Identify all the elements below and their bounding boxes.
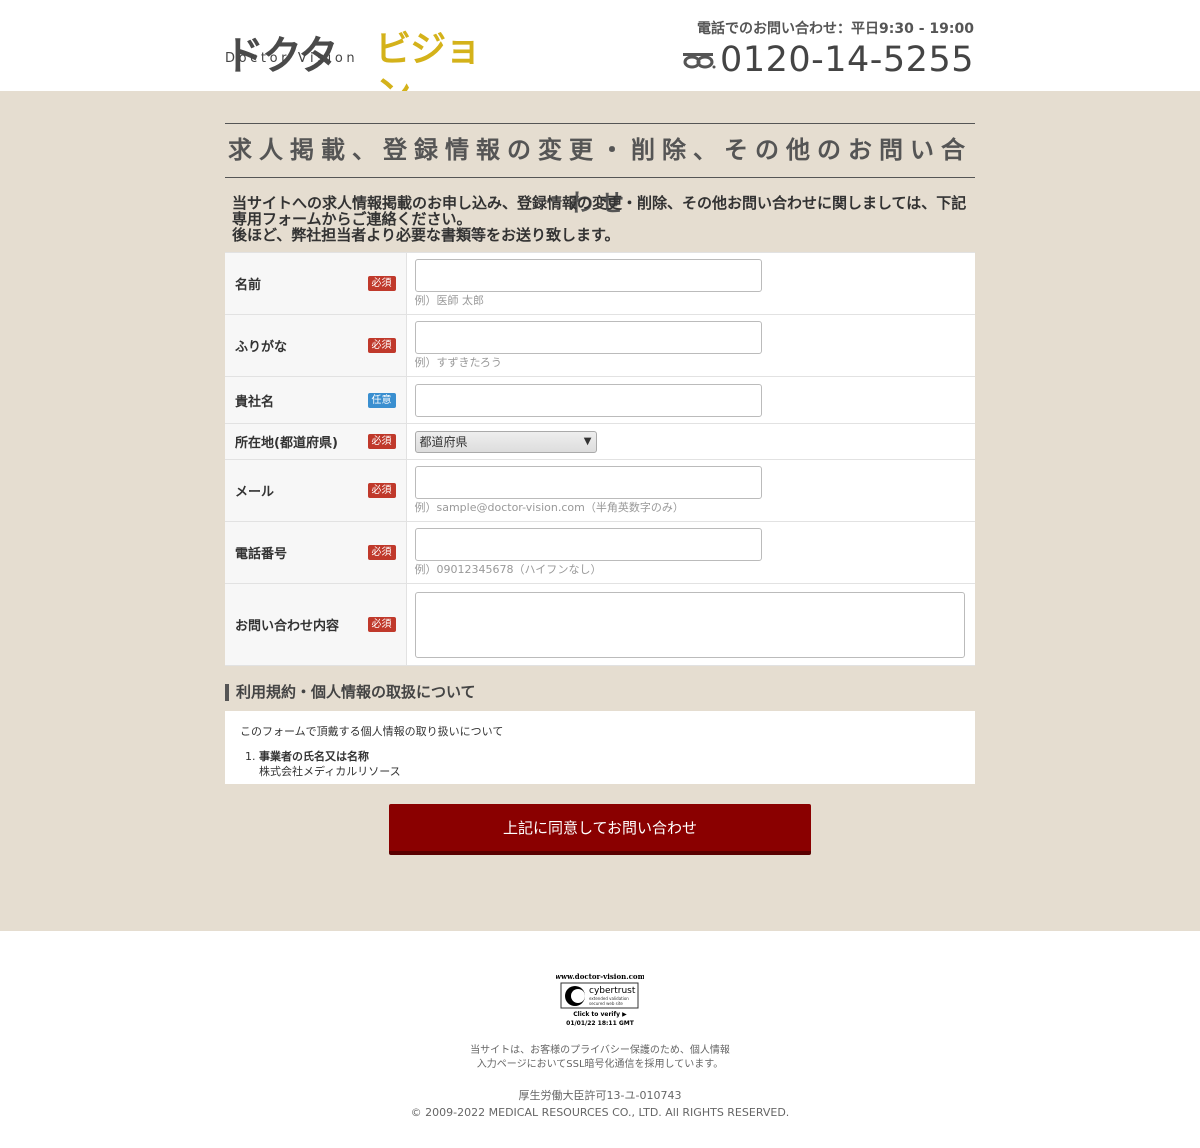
form-row-location: 所在地(都道府県) 必須 都道府県 ▼	[225, 423, 975, 460]
seal-date: 01/01/22 18:11 GMT	[566, 1020, 635, 1027]
site-footer: www.doctor-vision.com cybertrust extende…	[0, 931, 1200, 1148]
seal-sub2: secured web site	[589, 1001, 623, 1006]
ssl-note-line: 入力ページにおいてSSL暗号化通信を採用しています。	[476, 1059, 724, 1070]
furigana-label: ふりがな	[235, 340, 288, 355]
company-label: 貴社名	[235, 394, 275, 410]
email-label: メール	[235, 485, 275, 500]
logo-text-en: Doctor Vision	[225, 51, 359, 66]
inquiry-label: お問い合わせ内容	[235, 619, 340, 634]
furigana-example: 例）すずきたろう	[414, 356, 502, 369]
name-example: 例）医師 太郎	[414, 294, 485, 307]
submit-button[interactable]: 上記に同意してお問い合わせ	[389, 804, 811, 855]
location-label: 所在地(都道府県)	[235, 436, 338, 451]
intro-line: 後ほど、弊社担当者より必要な書類等をお送り致します。	[232, 226, 620, 244]
seal-brand: cybertrust	[589, 986, 636, 996]
phone-hours: 電話でのお問い合わせ：平日9:30 - 19:00	[697, 21, 974, 37]
phone-example: 例）09012345678（ハイフンなし）	[414, 563, 602, 576]
optional-badge: 任意	[367, 392, 396, 408]
phone-number[interactable]: 0120-14-5255	[720, 40, 974, 80]
furigana-input[interactable]	[414, 321, 762, 354]
ssl-seal[interactable]: www.doctor-vision.com cybertrust extende…	[556, 972, 644, 1027]
chevron-down-icon: ▼	[583, 436, 592, 447]
ssl-note: 当サイトは、お客様のプライバシー保護のため、個人情報 入力ページにおいてSSL暗…	[0, 1044, 1200, 1072]
email-example: 例）sample@doctor-vision.com（半角英数字のみ）	[414, 501, 684, 514]
terms-item-title: 事業者の氏名又は名称	[259, 750, 369, 763]
ssl-note-line: 当サイトは、お客様のプライバシー保護のため、個人情報	[470, 1045, 730, 1056]
site-header: ドクター ビジョン Doctor Vision 電話でのお問い合わせ：平日9:3…	[0, 0, 1200, 116]
phone-contact: 電話でのお問い合わせ：平日9:30 - 19:00 0120-14-5255	[682, 18, 974, 80]
terms-item-body: 株式会社メディカルリソース	[259, 765, 401, 778]
form-row-name: 名前 必須 例）医師 太郎	[225, 252, 975, 315]
prefecture-select[interactable]: 都道府県 ▼	[414, 430, 597, 453]
form-row-phone: 電話番号 必須 例）09012345678（ハイフンなし）	[225, 521, 975, 584]
license-info: 厚生労働大臣許可13-ユ-010743 © 2009-2022 MEDICAL …	[0, 1087, 1200, 1121]
prefecture-select-value: 都道府県	[419, 435, 468, 449]
seal-domain: www.doctor-vision.com	[556, 972, 644, 981]
required-badge: 必須	[367, 483, 396, 498]
name-label: 名前	[235, 278, 262, 293]
required-badge: 必須	[367, 338, 396, 353]
form-row-furigana: ふりがな 必須 例）すずきたろう	[225, 314, 975, 377]
terms-scroll-box[interactable]: このフォームで頂戴する個人情報の取り扱いについて 事業者の氏名又は名称 株式会社…	[225, 711, 975, 784]
license-number: 厚生労働大臣許可13-ユ-010743	[518, 1089, 682, 1102]
required-badge: 必須	[367, 617, 396, 632]
seal-verify: Click to verify ▶	[573, 1011, 627, 1018]
company-input[interactable]	[414, 383, 762, 417]
phone-label: 電話番号	[235, 547, 288, 562]
terms-item: 事業者の氏名又は名称 株式会社メディカルリソース	[259, 748, 960, 780]
inquiry-textarea[interactable]	[414, 591, 965, 658]
email-input[interactable]	[414, 466, 762, 499]
page-title: 求人掲載、登録情報の変更・削除、その他のお問い合わせ	[225, 123, 975, 217]
required-badge: 必須	[367, 276, 396, 291]
terms-intro: このフォームで頂戴する個人情報の取り扱いについて	[240, 725, 504, 738]
main-content: 求人掲載、登録情報の変更・削除、その他のお問い合わせ 当サイトへの求人情報掲載の…	[0, 91, 1200, 931]
form-row-inquiry: お問い合わせ内容 必須	[225, 583, 975, 666]
required-badge: 必須	[367, 545, 396, 560]
contact-form: 名前 必須 例）医師 太郎 ふりがな 必須 例）すずきたろう 貴社名 任意 所在…	[225, 252, 975, 666]
required-badge: 必須	[367, 434, 396, 449]
copyright: © 2009-2022 MEDICAL RESOURCES CO., LTD. …	[410, 1106, 790, 1119]
terms-heading: 利用規約・個人情報の取扱について	[225, 684, 975, 701]
form-row-company: 貴社名 任意	[225, 376, 975, 424]
phone-input[interactable]	[414, 528, 762, 561]
name-input[interactable]	[414, 259, 762, 292]
site-logo[interactable]: ドクター ビジョン Doctor Vision	[224, 16, 514, 116]
free-dial-icon	[683, 53, 716, 69]
intro-line: 当サイトへの求人情報掲載のお申し込み、登録情報の変更・削除、その他お問い合わせに…	[232, 194, 967, 212]
form-row-email: メール 必須 例）sample@doctor-vision.com（半角英数字の…	[225, 459, 975, 522]
